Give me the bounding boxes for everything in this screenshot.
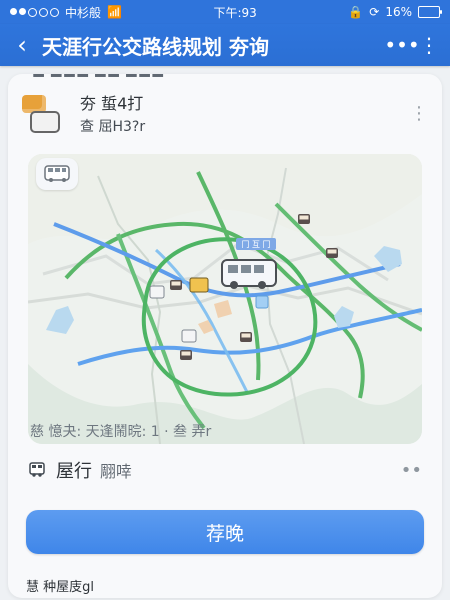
signal-dot	[50, 7, 59, 17]
primary-action-button[interactable]: 荐晚	[26, 510, 424, 554]
route-option[interactable]: 屋行 翢啈 ••	[28, 456, 422, 484]
map-poi	[149, 285, 165, 299]
map-poi	[181, 329, 197, 343]
station-label: 冂 互 冂	[236, 238, 276, 250]
peek-content: ▬ ▬▬▬ ▬▬ ▬▬▬	[32, 74, 165, 82]
route-sub: 翢啈	[100, 462, 133, 481]
map-poi	[180, 350, 192, 360]
carrier-name: 中杉般	[65, 5, 102, 20]
route-summary[interactable]: 夯 蜇4打 查 屈H3?r ⋮	[22, 90, 428, 136]
chevron-left-icon: ‹	[17, 31, 27, 59]
route-more-icon[interactable]: ••	[401, 460, 422, 481]
lock-icon: 🔒	[348, 5, 364, 19]
signal-dot	[28, 7, 37, 17]
route-summary-icon	[22, 95, 66, 133]
more-button[interactable]: •••	[384, 33, 420, 57]
summary-more-icon[interactable]: ⋮	[410, 103, 428, 124]
battery-percent: 16%	[385, 5, 412, 19]
status-time: 下午:93	[213, 5, 257, 20]
page-title: 天涯行公交路线规划 夯询	[42, 34, 269, 59]
summary-line-2: 查 屈H3?r	[80, 119, 146, 135]
kebab-icon: ⋮	[419, 33, 439, 57]
back-button[interactable]: ‹	[10, 31, 34, 59]
route-map[interactable]: 冂 互 冂	[28, 154, 422, 444]
station-label-text: 冂 互 冂	[241, 240, 270, 249]
signal-strength-icon	[10, 7, 59, 17]
map-poi	[240, 332, 252, 342]
bus-icon	[44, 165, 70, 182]
more-dots-icon: •••	[384, 33, 420, 57]
signal-dot	[10, 7, 17, 15]
route-icon	[28, 461, 46, 479]
bus-icon	[29, 462, 45, 477]
bus-mode-chip[interactable]	[36, 158, 78, 190]
app-screen: 中杉般 📶 下午:93 🔒 ⟳ 16% ‹ 天涯行公交路线规划 夯询 ••• ⋮…	[0, 0, 450, 600]
map-poi	[255, 295, 269, 309]
map-svg: 冂 互 冂	[28, 154, 422, 444]
footer-text: 慧 种屋庋gl	[26, 580, 94, 595]
map-poi	[298, 214, 310, 224]
kebab-menu-button[interactable]: ⋮	[418, 33, 440, 57]
summary-line-1: 夯 蜇4打	[80, 94, 144, 113]
signal-dot	[19, 7, 26, 15]
top-navbar: ‹ 天涯行公交路线规划 夯询 ••• ⋮	[0, 24, 450, 66]
map-poi	[170, 280, 182, 290]
map-poi	[326, 248, 338, 258]
status-right: 🔒 ⟳ 16%	[348, 5, 442, 19]
wifi-icon: 📶	[107, 5, 122, 19]
status-left: 中杉般 📶	[10, 4, 122, 21]
route-label: 屋行	[56, 461, 92, 482]
signal-dot	[39, 7, 48, 17]
status-bar: 中杉般 📶 下午:93 🔒 ⟳ 16%	[0, 0, 450, 24]
bus-marker[interactable]	[221, 259, 277, 289]
map-caption: 慈 憶夬: 天逢鬧晥: 1 · 叁 弄r	[30, 424, 212, 440]
route-card: ▬ ▬▬▬ ▬▬ ▬▬▬ 夯 蜇4打 查 屈H3?r ⋮ 冂 互 冂 慈 憶夬:…	[8, 74, 442, 598]
map-poi	[189, 277, 209, 293]
orientation-icon: ⟳	[369, 5, 380, 19]
battery-icon	[417, 6, 442, 18]
bus-icon	[30, 111, 60, 133]
summary-texts: 夯 蜇4打 查 屈H3?r	[80, 90, 145, 136]
